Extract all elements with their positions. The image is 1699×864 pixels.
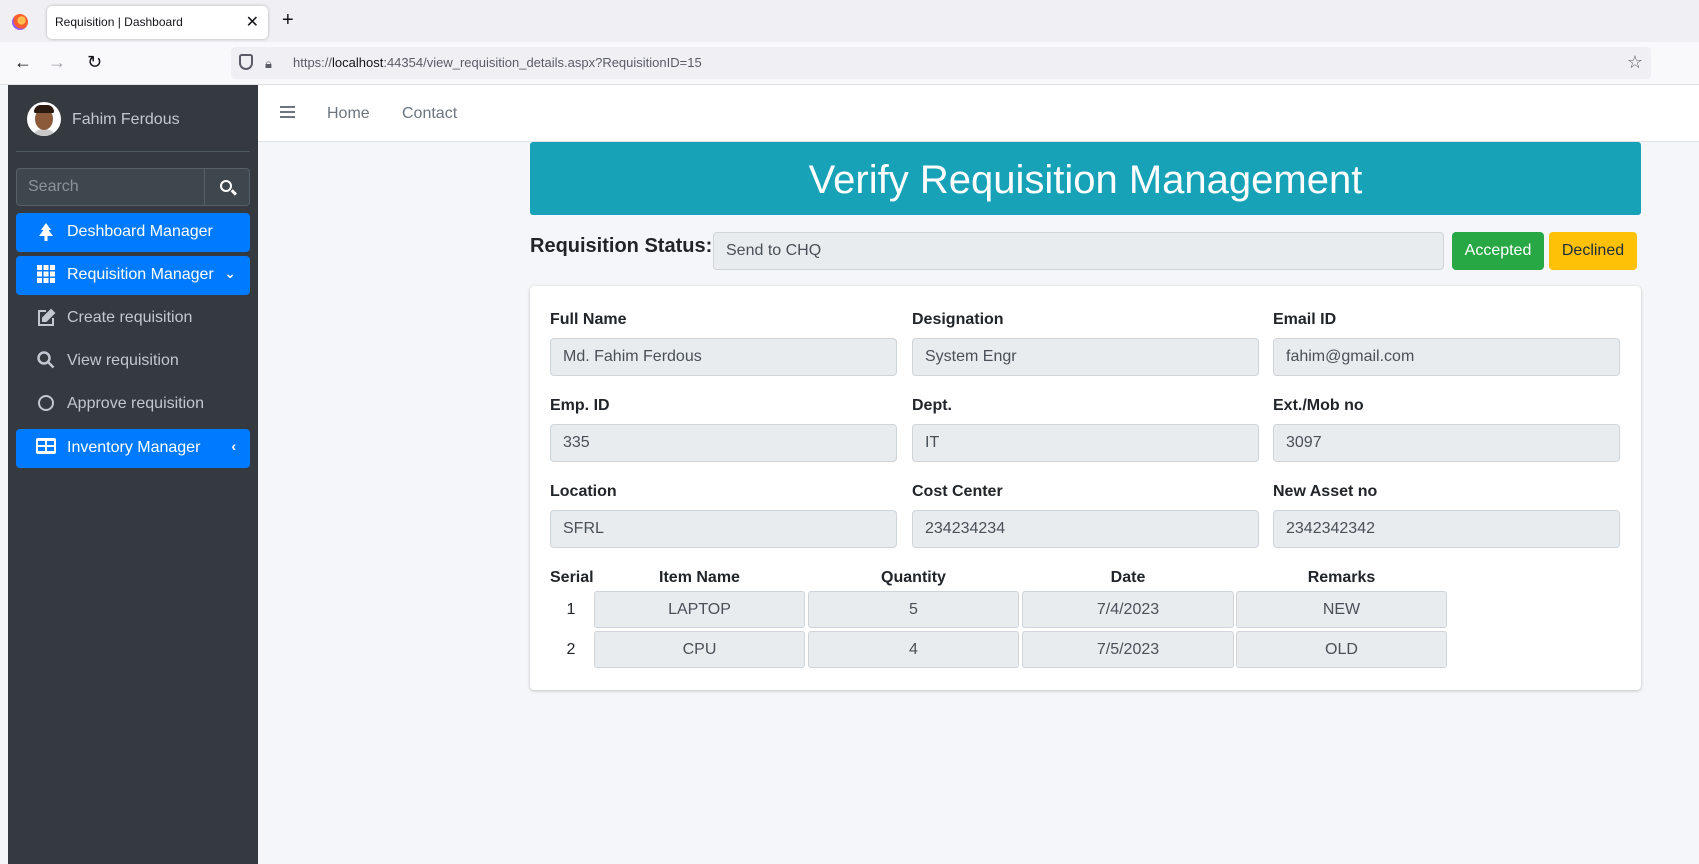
serial-cell: 1: [566, 601, 576, 618]
serial-cell: 2: [566, 641, 576, 658]
nav-link-contact[interactable]: Contact: [402, 105, 457, 123]
email-field[interactable]: fahim@gmail.com: [1273, 338, 1620, 376]
cost-center-field[interactable]: 234234234: [912, 510, 1259, 548]
divider: [16, 151, 250, 152]
user-name[interactable]: Fahim Ferdous: [72, 111, 180, 129]
sidebar-item-label: Requisition Manager: [67, 266, 214, 283]
avatar[interactable]: [27, 102, 61, 136]
firefox-icon: [12, 14, 28, 30]
date-cell[interactable]: 7/5/2023: [1022, 631, 1234, 668]
back-icon[interactable]: ←: [14, 52, 32, 73]
quantity-cell[interactable]: 4: [808, 631, 1019, 668]
sidebar-item-label: Deshboard Manager: [67, 223, 213, 240]
user-panel[interactable]: Fahim Ferdous: [8, 85, 258, 152]
sidebar-item-create-requisition[interactable]: Create requisition: [16, 299, 250, 338]
new-asset-label: New Asset no: [1273, 483, 1378, 500]
remarks-cell[interactable]: NEW: [1236, 591, 1447, 628]
tab-title: Requisition | Dashboard: [55, 15, 183, 29]
table-header-quantity: Quantity: [881, 569, 946, 586]
quantity-cell[interactable]: 5: [808, 591, 1019, 628]
chevron-left-icon[interactable]: ‹: [231, 438, 236, 454]
email-label: Email ID: [1273, 311, 1337, 328]
search-input[interactable]: [16, 168, 205, 206]
url-text[interactable]: https://localhost:44354/view_requisition…: [293, 55, 702, 70]
forward-icon[interactable]: →: [48, 52, 66, 73]
page-title: Verify Requisition Management: [808, 158, 1363, 202]
designation-label: Designation: [912, 311, 1004, 328]
cost-center-label: Cost Center: [912, 483, 1003, 500]
sidebar-item-requisition-manager[interactable]: Requisition Manager ⌄: [16, 256, 250, 295]
edit-icon: [36, 308, 56, 328]
sidebar-item-label: Approve requisition: [67, 395, 204, 412]
new-tab-icon[interactable]: +: [282, 9, 294, 32]
table-header-date: Date: [1110, 569, 1146, 586]
sidebar: Fahim Ferdous Deshboard Manager Requisit…: [8, 85, 258, 864]
sidebar-item-label: View requisition: [67, 352, 179, 369]
reload-icon[interactable]: ↻: [87, 52, 102, 73]
table-icon: [36, 438, 56, 458]
search-button[interactable]: [204, 168, 250, 206]
emp-id-label: Emp. ID: [550, 397, 610, 414]
requisition-status-field[interactable]: Send to CHQ: [713, 232, 1444, 270]
ext-mob-label: Ext./Mob no: [1273, 397, 1364, 414]
accepted-button[interactable]: Accepted: [1452, 232, 1544, 270]
item-name-cell[interactable]: CPU: [594, 631, 805, 668]
sidebar-item-view-requisition[interactable]: View requisition: [16, 342, 250, 381]
sidebar-item-inventory-manager[interactable]: Inventory Manager ‹: [16, 429, 250, 468]
url-bar[interactable]: 🔒︎ https://localhost:44354/view_requisit…: [231, 47, 1651, 79]
location-field[interactable]: SFRL: [550, 510, 897, 548]
new-asset-field[interactable]: 2342342342: [1273, 510, 1620, 548]
chevron-down-icon[interactable]: ⌄: [224, 265, 236, 282]
browser-tab[interactable]: Requisition | Dashboard ✕: [47, 6, 268, 39]
nav-link-home[interactable]: Home: [327, 105, 370, 123]
item-name-cell[interactable]: LAPTOP: [594, 591, 805, 628]
bookmark-star-icon[interactable]: ☆: [1627, 52, 1643, 73]
sidebar-item-label: Create requisition: [67, 309, 193, 326]
lock-icon[interactable]: 🔒︎: [265, 56, 272, 72]
table-header-remarks: Remarks: [1307, 569, 1376, 586]
sidebar-item-dashboard-manager[interactable]: Deshboard Manager: [16, 213, 250, 252]
sidebar-item-approve-requisition[interactable]: Approve requisition: [16, 385, 250, 424]
hamburger-menu-icon[interactable]: [280, 106, 295, 118]
dept-label: Dept.: [912, 397, 952, 414]
full-name-field[interactable]: Md. Fahim Ferdous: [550, 338, 897, 376]
full-name-label: Full Name: [550, 311, 627, 328]
close-tab-icon[interactable]: ✕: [246, 12, 259, 32]
date-cell[interactable]: 7/4/2023: [1022, 591, 1234, 628]
search-icon: [36, 351, 56, 371]
browser-tabbar: Requisition | Dashboard ✕ +: [0, 0, 1699, 42]
table-header-item-name: Item Name: [659, 569, 740, 586]
remarks-cell[interactable]: OLD: [1236, 631, 1447, 668]
location-label: Location: [550, 483, 617, 500]
shield-icon[interactable]: [239, 54, 253, 70]
tree-icon: [36, 222, 56, 242]
ext-mob-field[interactable]: 3097: [1273, 424, 1620, 462]
page-banner: Verify Requisition Management: [530, 142, 1641, 215]
grid-icon: [36, 265, 56, 285]
top-navbar: Home Contact: [258, 85, 1699, 142]
declined-button[interactable]: Declined: [1549, 232, 1637, 270]
circle-icon: [36, 394, 56, 414]
requisition-details-card: Full Name Md. Fahim Ferdous Designation …: [530, 286, 1641, 690]
designation-field[interactable]: System Engr: [912, 338, 1259, 376]
requisition-status-label: Requisition Status:-: [530, 235, 719, 257]
browser-navbar: ← → ↻ 🔒︎ https://localhost:44354/view_re…: [0, 42, 1699, 85]
emp-id-field[interactable]: 335: [550, 424, 897, 462]
table-header-serial: Serial: [550, 569, 594, 586]
sidebar-item-label: Inventory Manager: [67, 439, 201, 456]
dept-field[interactable]: IT: [912, 424, 1259, 462]
sidebar-search: [16, 168, 250, 206]
